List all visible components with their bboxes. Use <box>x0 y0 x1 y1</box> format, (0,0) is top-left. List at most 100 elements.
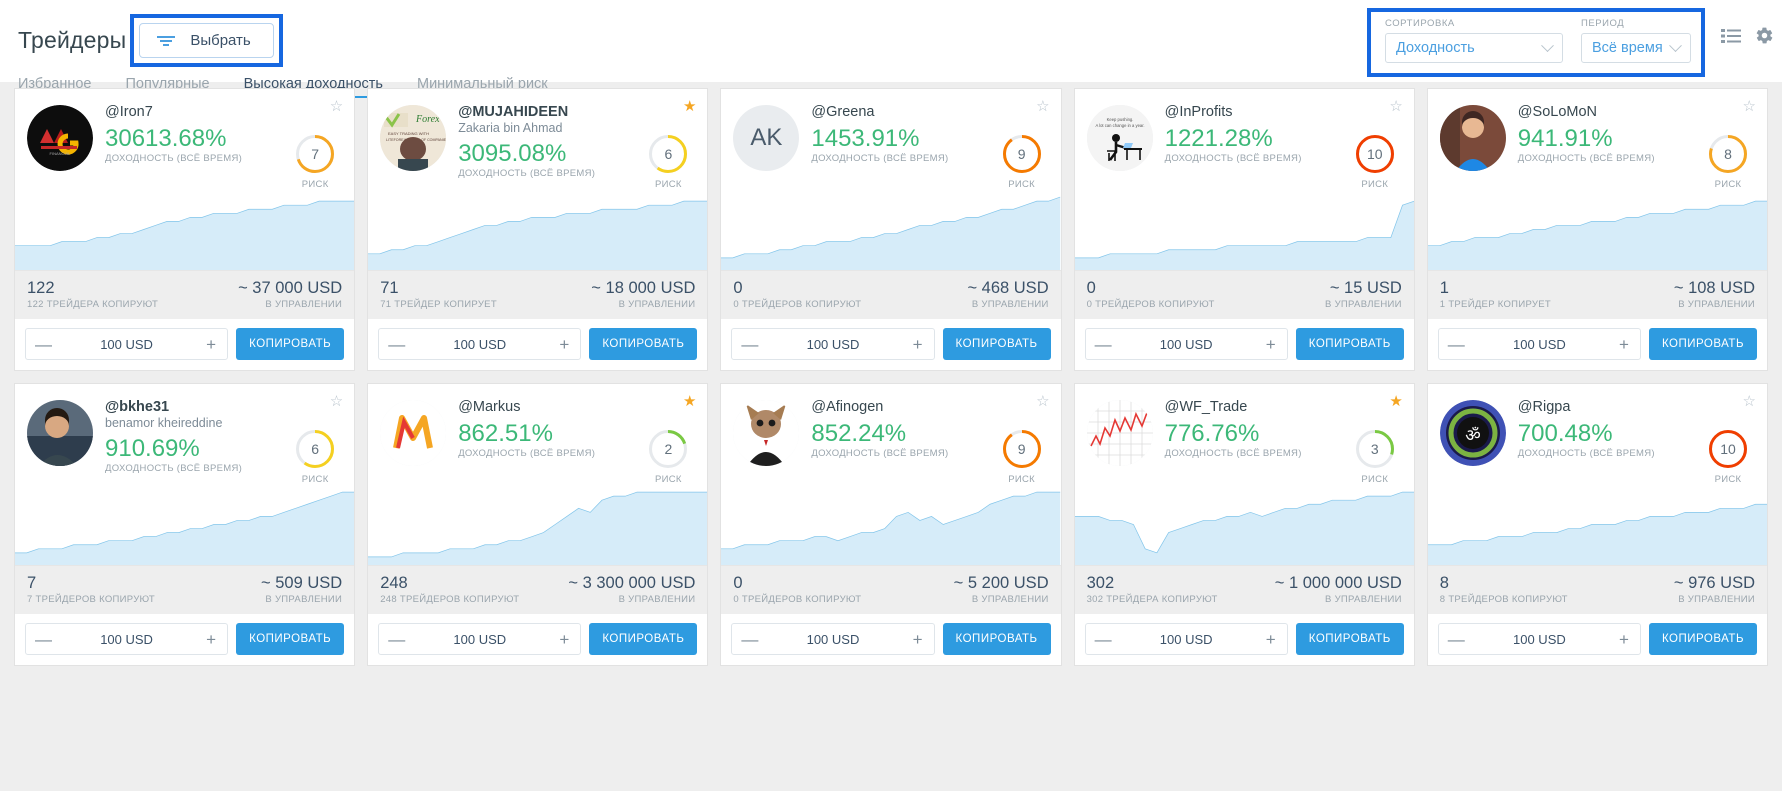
amount-value[interactable]: 100 USD <box>755 337 910 352</box>
copy-button[interactable]: КОПИРОВАТЬ <box>236 328 345 360</box>
amount-value[interactable]: 100 USD <box>402 632 557 647</box>
favorite-star-icon[interactable]: ★ <box>683 99 696 114</box>
trader-nickname[interactable]: @Afinogen <box>811 399 994 415</box>
trader-nickname[interactable]: @bkhe31 <box>105 399 288 415</box>
trader-card[interactable]: ★ @WF_Trade 776.76% ДОХОДНОСТЬ (ВСЁ ВРЕМ… <box>1073 383 1415 666</box>
amount-value[interactable]: 100 USD <box>1109 337 1264 352</box>
increment-button[interactable]: + <box>557 336 571 353</box>
card-actions: — 100 USD + КОПИРОВАТЬ <box>15 319 355 370</box>
decrement-button[interactable]: — <box>1448 631 1465 648</box>
decrement-button[interactable]: — <box>35 631 52 648</box>
increment-button[interactable]: + <box>1264 631 1278 648</box>
trader-card[interactable]: ☆ AK @Greena 1453.91% ДОХОДНОСТЬ (ВСЁ ВР… <box>720 88 1062 371</box>
profit-label: ДОХОДНОСТЬ (ВСЁ ВРЕМЯ) <box>1517 448 1655 460</box>
increment-button[interactable]: + <box>1617 336 1631 353</box>
trader-nickname[interactable]: @WF_Trade <box>1165 399 1348 415</box>
trader-card[interactable]: ☆ ॐ @Rigpa 700.48% ДОХОДНОСТЬ (ВСЁ ВРЕМЯ… <box>1426 383 1768 666</box>
increment-button[interactable]: + <box>1617 631 1631 648</box>
trader-nickname[interactable]: @InProfits <box>1165 104 1348 120</box>
decrement-button[interactable]: — <box>741 336 758 353</box>
amount-stepper[interactable]: — 100 USD + <box>731 328 935 360</box>
copiers-label: 7 ТРЕЙДЕРОВ КОПИРУЮТ <box>27 594 155 605</box>
amount-value[interactable]: 100 USD <box>402 337 557 352</box>
select-button[interactable]: Выбрать <box>139 23 274 58</box>
amount-stepper[interactable]: — 100 USD + <box>378 328 582 360</box>
favorite-star-icon[interactable]: ★ <box>683 394 696 409</box>
trader-nickname[interactable]: @SoLoMoN <box>1518 104 1701 120</box>
amount-stepper[interactable]: — 100 USD + <box>731 623 935 655</box>
trader-nickname[interactable]: @Greena <box>811 104 994 120</box>
favorite-star-icon[interactable]: ☆ <box>1036 394 1049 409</box>
decrement-button[interactable]: — <box>1448 336 1465 353</box>
amount-value[interactable]: 100 USD <box>49 632 204 647</box>
increment-button[interactable]: + <box>911 631 925 648</box>
decrement-button[interactable]: — <box>741 631 758 648</box>
risk-value: 6 <box>311 441 320 457</box>
favorite-star-icon[interactable]: ☆ <box>1389 99 1402 114</box>
amount-stepper[interactable]: — 100 USD + <box>1437 328 1641 360</box>
amount-stepper[interactable]: — 100 USD + <box>25 328 229 360</box>
decrement-button[interactable]: — <box>388 336 405 353</box>
decrement-button[interactable]: — <box>35 336 52 353</box>
copiers-label: 71 ТРЕЙДЕР КОПИРУЕТ <box>380 299 497 310</box>
decrement-button[interactable]: — <box>1095 631 1112 648</box>
amount-value[interactable]: 100 USD <box>1462 632 1617 647</box>
period-select[interactable]: Всё время <box>1581 33 1691 63</box>
risk-indicator: 9 РИСК <box>995 103 1049 190</box>
trader-nickname[interactable]: @Markus <box>458 399 641 415</box>
trader-nickname[interactable]: @Rigpa <box>1518 399 1701 415</box>
amount-value[interactable]: 100 USD <box>755 632 910 647</box>
trader-card[interactable]: ☆ @bkhe31 benamor kheireddine 910.69% ДО… <box>14 383 356 666</box>
decrement-button[interactable]: — <box>1095 336 1112 353</box>
increment-button[interactable]: + <box>911 336 925 353</box>
amount-stepper[interactable]: — 100 USD + <box>1084 328 1288 360</box>
increment-button[interactable]: + <box>557 631 571 648</box>
chevron-down-icon <box>1669 38 1682 52</box>
copy-button[interactable]: КОПИРОВАТЬ <box>236 623 345 655</box>
risk-gauge: 8 <box>1707 133 1749 175</box>
card-actions: — 100 USD + КОПИРОВАТЬ <box>1074 614 1414 665</box>
trader-card[interactable]: ☆ Keep pushing. A lot can change in a ye… <box>1073 88 1415 371</box>
increment-button[interactable]: + <box>204 336 218 353</box>
aum-stat: ~ 509 USD В УПРАВЛЕНИИ <box>185 574 342 605</box>
profit-sparkline-chart <box>1074 189 1414 270</box>
risk-value: 6 <box>664 146 673 162</box>
amount-stepper[interactable]: — 100 USD + <box>1084 623 1288 655</box>
amount-stepper[interactable]: — 100 USD + <box>378 623 582 655</box>
amount-stepper[interactable]: — 100 USD + <box>25 623 229 655</box>
trader-card[interactable]: ☆ FINANCIAL @Iron7 30613.68% ДОХОДНОСТЬ … <box>14 88 356 371</box>
copy-button[interactable]: КОПИРОВАТЬ <box>942 328 1051 360</box>
amount-value[interactable]: 100 USD <box>49 337 204 352</box>
trader-card[interactable]: ☆ @SoLoMoN 941.91% ДОХОДНОСТЬ (ВСЁ ВРЕМЯ… <box>1426 88 1768 371</box>
copy-button[interactable]: КОПИРОВАТЬ <box>1648 623 1757 655</box>
amount-stepper[interactable]: — 100 USD + <box>1437 623 1641 655</box>
copy-button[interactable]: КОПИРОВАТЬ <box>589 328 698 360</box>
sort-select[interactable]: Доходность <box>1385 33 1563 63</box>
gear-icon[interactable] <box>1755 26 1774 45</box>
copy-button[interactable]: КОПИРОВАТЬ <box>1295 623 1404 655</box>
favorite-star-icon[interactable]: ☆ <box>1743 394 1756 409</box>
avatar <box>380 400 447 466</box>
copy-button[interactable]: КОПИРОВАТЬ <box>1295 328 1404 360</box>
favorite-star-icon[interactable]: ★ <box>1389 394 1402 409</box>
trader-nickname[interactable]: @MUJAHIDEEN <box>458 104 641 120</box>
list-view-icon[interactable] <box>1721 28 1741 44</box>
amount-value[interactable]: 100 USD <box>1462 337 1617 352</box>
favorite-star-icon[interactable]: ☆ <box>1743 99 1756 114</box>
trader-card[interactable]: ★ Forex EASY TRADING WITH LITEFOREX GROU… <box>367 88 709 371</box>
favorite-star-icon[interactable]: ☆ <box>330 394 343 409</box>
trader-nickname[interactable]: @Iron7 <box>105 104 288 120</box>
increment-button[interactable]: + <box>1264 336 1278 353</box>
decrement-button[interactable]: — <box>388 631 405 648</box>
copy-button[interactable]: КОПИРОВАТЬ <box>1648 328 1757 360</box>
risk-value: 9 <box>1017 146 1026 162</box>
favorite-star-icon[interactable]: ☆ <box>330 99 343 114</box>
copy-button[interactable]: КОПИРОВАТЬ <box>942 623 1051 655</box>
trader-card[interactable]: ☆ @Afinogen 852.24% ДОХОДНОСТЬ (ВСЁ ВРЕМ… <box>720 383 1062 666</box>
card-stats: 302 302 ТРЕЙДЕРА КОПИРУЮТ ~ 1 000 000 US… <box>1074 565 1414 614</box>
copy-button[interactable]: КОПИРОВАТЬ <box>589 623 698 655</box>
trader-card[interactable]: ★ @Markus 862.51% ДОХОДНОСТЬ (ВСЁ ВРЕМЯ)… <box>367 383 709 666</box>
increment-button[interactable]: + <box>204 631 218 648</box>
amount-value[interactable]: 100 USD <box>1109 632 1264 647</box>
favorite-star-icon[interactable]: ☆ <box>1036 99 1049 114</box>
